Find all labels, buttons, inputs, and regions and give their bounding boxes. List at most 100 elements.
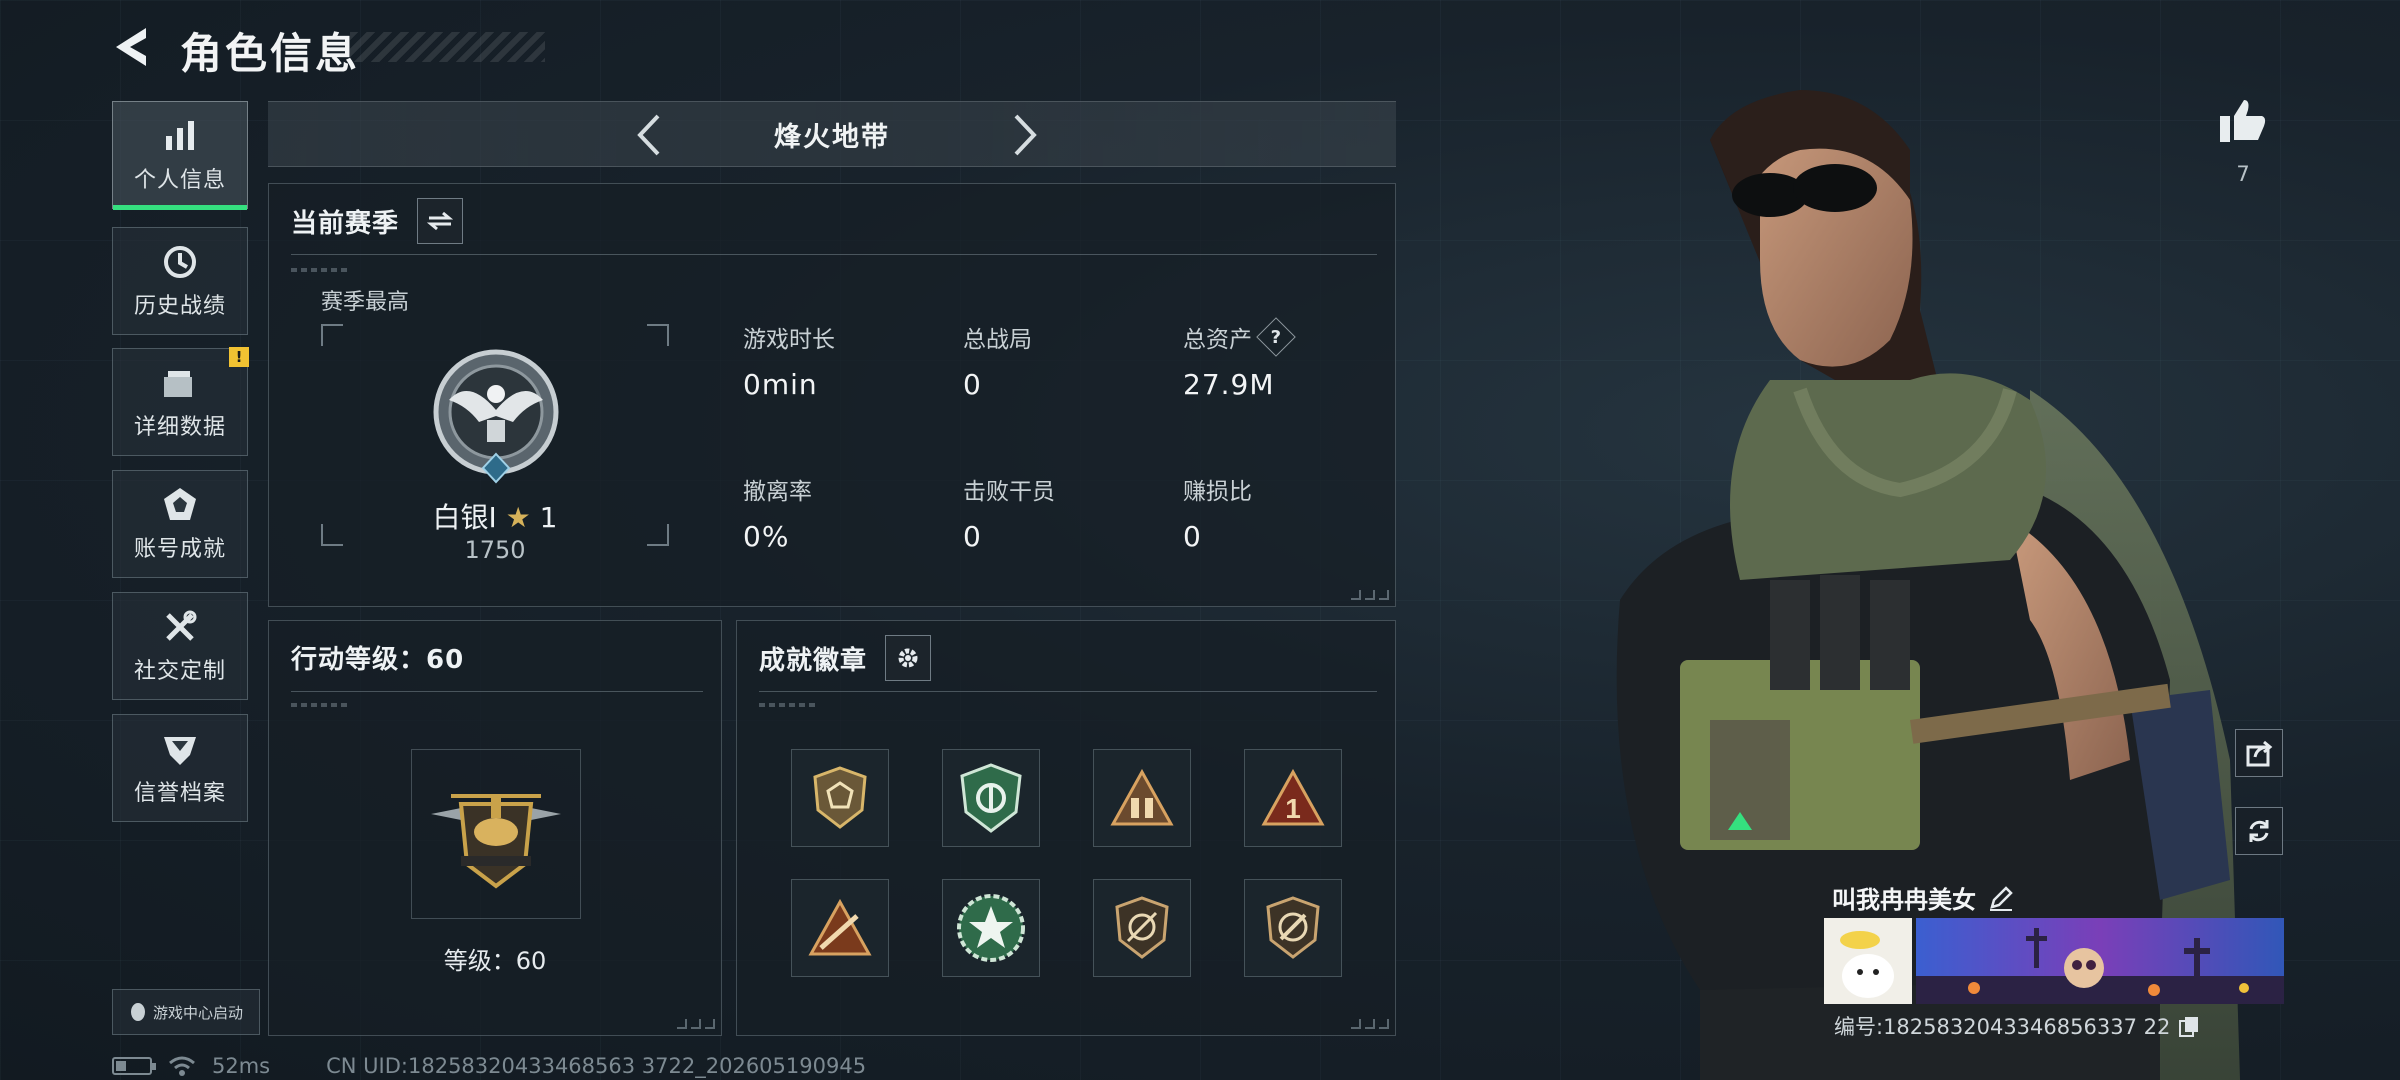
stat-play-time: 游戏时长 0min bbox=[743, 320, 943, 401]
level-emblem-frame bbox=[411, 749, 581, 919]
stat-label: 击败干员 bbox=[963, 479, 1055, 505]
like-count: 7 bbox=[2236, 162, 2250, 186]
silver-rank-emblem-icon bbox=[433, 349, 559, 484]
divider-ticks bbox=[291, 703, 351, 707]
achievement-icon bbox=[164, 488, 196, 520]
panel-corner-decoration bbox=[1351, 590, 1389, 600]
refresh-icon bbox=[2249, 820, 2269, 842]
sidebar-item-achievements[interactable]: 账号成就 bbox=[112, 470, 248, 578]
stat-value: 0 bbox=[963, 368, 982, 401]
divider bbox=[759, 691, 1377, 692]
sidebar-item-history[interactable]: 历史战绩 bbox=[112, 227, 248, 335]
next-mode-arrow-icon[interactable] bbox=[998, 110, 1048, 160]
like-button[interactable]: 7 bbox=[2215, 96, 2271, 186]
tools-icon bbox=[166, 610, 197, 641]
rifle-triangle-badge-icon bbox=[808, 898, 872, 956]
crossed-shield-badge-icon bbox=[1115, 896, 1169, 959]
player-id: 编号:1825832043346856337 22 bbox=[1834, 1015, 2171, 1039]
profile-banner[interactable] bbox=[1824, 918, 2284, 1004]
folder-icon bbox=[164, 371, 192, 397]
achievement-badge[interactable] bbox=[1093, 749, 1191, 847]
stat-total-matches: 总战局 0 bbox=[963, 320, 1163, 401]
sidebar-item-label: 个人信息 bbox=[133, 168, 226, 193]
stat-value: 0 bbox=[963, 520, 982, 553]
achievement-panel: 成就徽章 1 bbox=[736, 620, 1396, 1036]
stat-label: 赚损比 bbox=[1183, 479, 1252, 505]
rank-name-line: 白银I ★ 1 bbox=[321, 496, 669, 536]
level-label: 等级：60 bbox=[443, 947, 547, 975]
game-center-label: 游戏中心启动 bbox=[152, 1003, 243, 1022]
mode-selector: 烽火地带 bbox=[268, 101, 1396, 167]
player-id-row: 编号:1825832043346856337 22 bbox=[1834, 1011, 2200, 1041]
action-level-title: 行动等级：60 bbox=[291, 645, 465, 675]
player-nickname-row: 叫我冉冉美女 bbox=[1832, 880, 2014, 915]
rank-stars: 1 bbox=[539, 501, 558, 534]
sidebar-item-reputation[interactable]: 信誉档案 bbox=[112, 714, 248, 822]
stat-value: 27.9M bbox=[1183, 368, 1275, 401]
help-button[interactable]: ? bbox=[1256, 317, 1296, 357]
copy-icon[interactable] bbox=[2178, 1015, 2200, 1037]
stat-total-assets: 总资产 ? 27.9M bbox=[1183, 317, 1383, 401]
alert-badge: ! bbox=[229, 347, 249, 367]
edit-pencil-icon[interactable] bbox=[1988, 885, 2014, 911]
swap-icon bbox=[427, 211, 454, 231]
achievement-badge[interactable] bbox=[791, 879, 889, 977]
prev-mode-arrow-icon[interactable] bbox=[626, 110, 676, 160]
share-button[interactable] bbox=[2235, 729, 2283, 777]
hex-shield-badge-icon bbox=[813, 766, 867, 829]
green-shield-badge-icon bbox=[960, 763, 1022, 833]
sidebar-item-personal-info[interactable]: 个人信息 bbox=[112, 101, 248, 210]
refresh-button[interactable] bbox=[2235, 807, 2283, 855]
sidebar-item-social[interactable]: 社交定制 bbox=[112, 592, 248, 700]
stat-label: 总资产 bbox=[1183, 327, 1252, 353]
stat-value: 0 bbox=[1183, 520, 1202, 553]
achievement-badge[interactable] bbox=[1244, 879, 1342, 977]
wifi-icon bbox=[169, 1056, 195, 1076]
soldiers-triangle-badge-icon bbox=[1110, 768, 1174, 826]
page-title: 角色信息 bbox=[180, 29, 361, 78]
help-icon: ? bbox=[1270, 326, 1282, 348]
stat-value: 0% bbox=[743, 520, 790, 553]
stat-label: 撤离率 bbox=[743, 479, 812, 505]
player-nickname: 叫我冉冉美女 bbox=[1832, 886, 1976, 914]
gear-icon bbox=[898, 648, 918, 668]
title-decoration bbox=[350, 32, 545, 62]
stat-label: 总战局 bbox=[963, 327, 1032, 353]
achievement-badge[interactable] bbox=[942, 879, 1040, 977]
battery-icon bbox=[112, 1057, 156, 1075]
panel-corner-decoration bbox=[1351, 1019, 1389, 1029]
rank-name: 白银I bbox=[432, 501, 497, 534]
number-one-triangle-badge-icon: 1 bbox=[1261, 768, 1325, 826]
stat-operators-defeated: 击败干员 0 bbox=[963, 472, 1163, 553]
season-best-label: 赛季最高 bbox=[321, 290, 410, 315]
svg-text:1: 1 bbox=[1285, 793, 1301, 824]
game-center-button[interactable]: 游戏中心启动 bbox=[112, 989, 260, 1035]
sidebar-item-label: 社交定制 bbox=[133, 659, 226, 684]
green-star-medal-icon bbox=[957, 894, 1025, 962]
divider bbox=[291, 691, 703, 692]
achievement-badge[interactable] bbox=[1093, 879, 1191, 977]
divider-ticks bbox=[759, 703, 819, 707]
thumbs-up-icon bbox=[2220, 100, 2266, 142]
mode-title: 烽火地带 bbox=[774, 121, 890, 153]
penguin-icon bbox=[130, 1003, 145, 1021]
sidebar-item-detailed-data[interactable]: 详细数据 ! bbox=[112, 347, 249, 456]
bar-chart-icon bbox=[166, 121, 194, 150]
divider bbox=[291, 254, 1377, 255]
season-switch-button[interactable] bbox=[417, 198, 464, 244]
status-bar: 52ms CN UID:18258320433468563 3722_20260… bbox=[112, 1052, 866, 1080]
achievement-badge[interactable]: 1 bbox=[1244, 749, 1342, 847]
rank-points: 1750 bbox=[464, 536, 526, 564]
stat-label: 游戏时长 bbox=[743, 327, 835, 353]
back-button[interactable] bbox=[110, 24, 156, 70]
achievement-badge[interactable] bbox=[791, 749, 889, 847]
achievement-badge[interactable] bbox=[942, 749, 1040, 847]
achievement-settings-button[interactable] bbox=[885, 635, 932, 681]
sidebar-item-label: 历史战绩 bbox=[133, 294, 226, 319]
uid-text: CN UID:18258320433468563 3722_2026051909… bbox=[326, 1054, 867, 1078]
shield-badge-icon bbox=[164, 737, 196, 765]
divider-ticks bbox=[291, 268, 351, 272]
achievement-title: 成就徽章 bbox=[759, 645, 868, 676]
season-title: 当前赛季 bbox=[291, 208, 400, 239]
stat-value: 0min bbox=[743, 368, 818, 401]
